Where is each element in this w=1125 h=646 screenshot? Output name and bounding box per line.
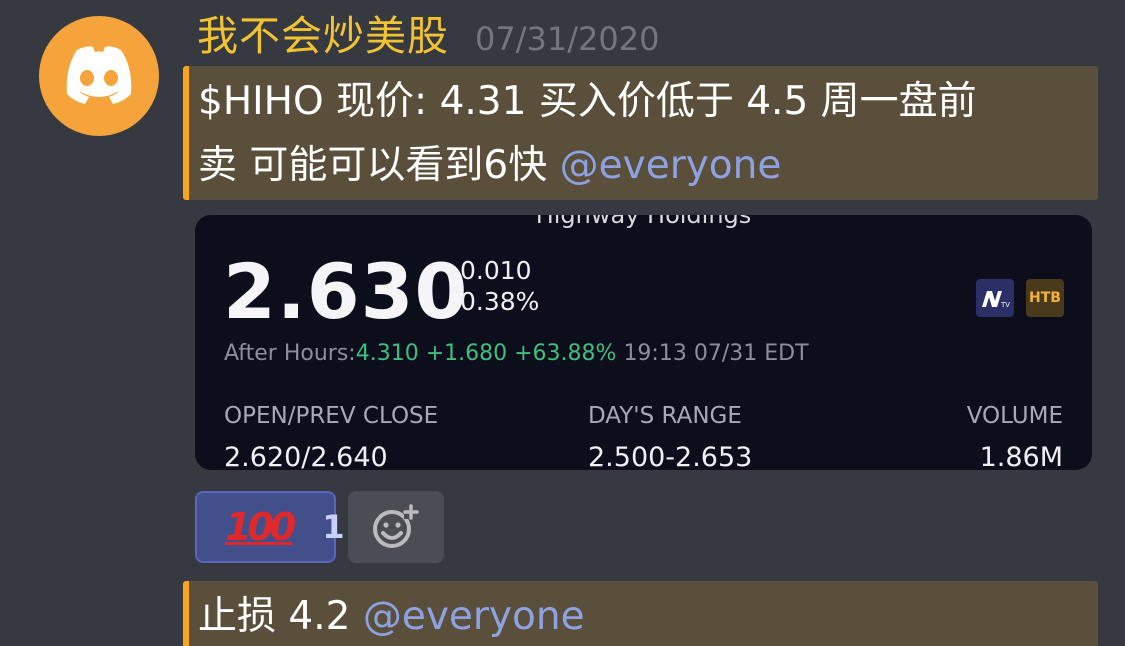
n-tv-logo-icon[interactable]: TV [976,279,1014,317]
change-percent: -0.38% [451,287,540,316]
company-name: Highway Holdings [535,215,752,229]
volume-value: 1.86M [979,442,1063,470]
htb-badge[interactable]: HTB [1026,279,1064,317]
change-value: -0.010 [451,256,532,285]
after-hours-time: 19:13 07/31 EDT [623,341,809,366]
message-text-line-1: $HIHO 现价: 4.31 买入价低于 4.5 周一盘前 [198,79,977,124]
open-prev-close-value: 2.620/2.640 [224,442,388,470]
chat-view: 我不会炒美股 07/31/2020 $HIHO 现价: 4.31 买入价低于 4… [0,0,1125,646]
everyone-mention-2[interactable]: @everyone [363,594,585,639]
stock-price: 2.630 [223,247,469,336]
svg-text:TV: TV [1001,302,1010,309]
add-reaction-icon [373,504,419,548]
timestamp: 07/31/2020 [475,20,660,58]
message-header: 我不会炒美股 07/31/2020 [197,6,659,66]
after-hours-row: After Hours:4.310 +1.680 +63.88% 19:13 0… [224,341,809,366]
message-content-2: 止损 4.2 @everyone [183,581,1098,646]
message-content: $HIHO 现价: 4.31 买入价低于 4.5 周一盘前 卖 可能可以看到6快… [183,66,1098,200]
username[interactable]: 我不会炒美股 [197,6,449,66]
stock-quote-card[interactable]: Highway Holdings 2.630 -0.010 -0.38% TV … [195,215,1092,470]
days-range-label: DAY'S RANGE [588,403,742,429]
price-change: -0.010 -0.38% [451,255,539,317]
volume-label: VOLUME [966,403,1063,429]
open-prev-close-label: OPEN/PREV CLOSE [224,403,439,429]
add-reaction-button[interactable] [348,491,444,563]
days-range-value: 2.500-2.653 [588,442,753,470]
user-avatar[interactable] [39,16,159,136]
reaction-count: 1 [322,508,345,546]
after-hours-change: +1.680 [425,341,508,366]
reaction-hundred-button[interactable]: 100 1 [195,491,345,563]
discord-logo-icon [66,46,132,104]
hundred-points-icon: 100 [225,505,296,549]
after-hours-price: 4.310 [355,341,419,366]
everyone-mention[interactable]: @everyone [560,143,782,188]
after-hours-label: After Hours: [224,341,356,366]
stop-loss-text: 止损 4.2 [198,594,351,639]
message-text-line-2: 卖 可能可以看到6快 [198,143,548,188]
after-hours-percent: +63.88% [514,341,617,366]
badge-group: TV HTB [976,279,1064,317]
